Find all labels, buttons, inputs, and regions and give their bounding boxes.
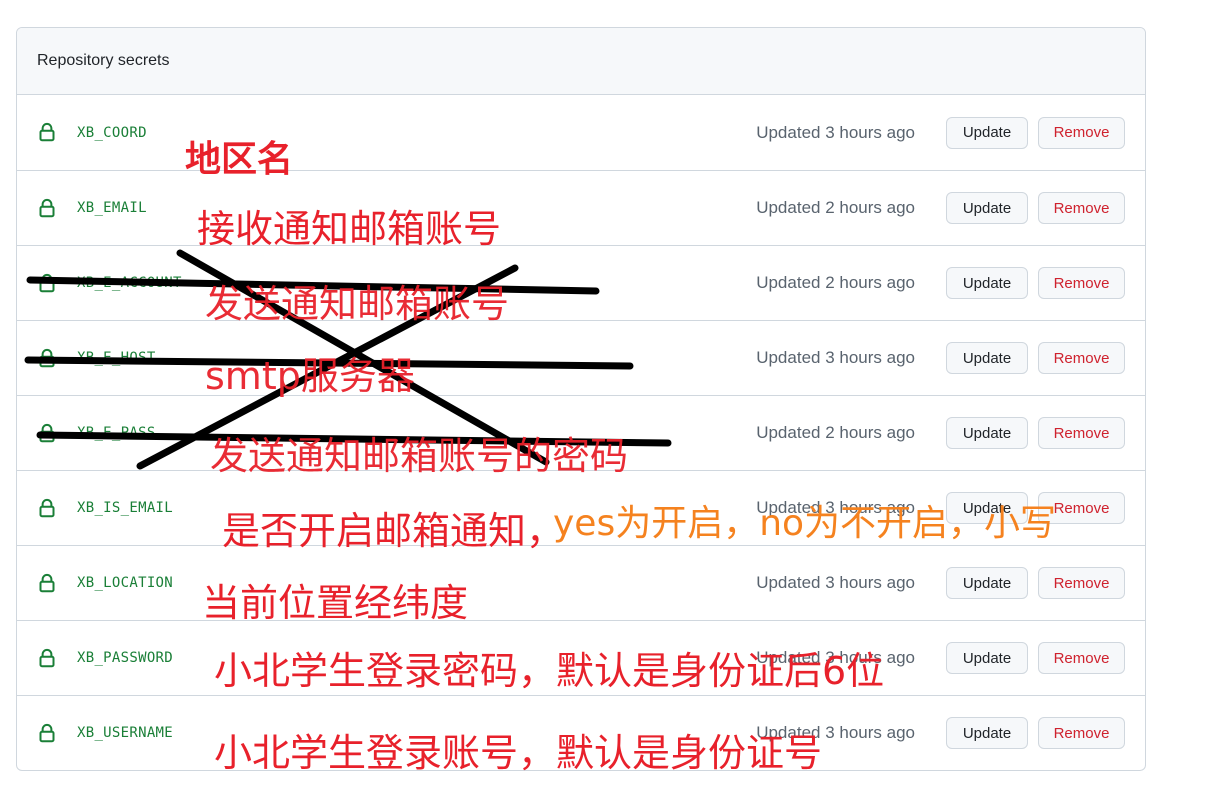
secret-row: XB_USERNAME Updated 3 hours ago Update Remo… <box>17 695 1145 770</box>
panel-header: Repository secrets <box>17 28 1145 95</box>
remove-button[interactable]: Remove <box>1038 417 1125 449</box>
secret-updated-time: Updated 3 hours ago <box>756 122 915 142</box>
repository-secrets-panel: Repository secrets XB_COORD Updated 3 hou… <box>16 27 1146 771</box>
panel-title: Repository secrets <box>37 52 170 69</box>
remove-button[interactable]: Remove <box>1038 567 1125 599</box>
secret-updated-time: Updated 3 hours ago <box>756 348 915 367</box>
secret-name: XB_EMAIL <box>77 200 147 216</box>
update-button[interactable]: Update <box>946 417 1028 449</box>
secret-row: XB_EMAIL Updated 2 hours ago Update Remove <box>17 170 1145 245</box>
secret-name: XB_COORD <box>77 124 147 141</box>
update-button[interactable]: Update <box>946 567 1028 599</box>
update-button[interactable]: Update <box>946 342 1028 374</box>
remove-button[interactable]: Remove <box>1038 642 1125 674</box>
secret-name: XB_LOCATION <box>77 575 174 591</box>
lock-icon <box>37 348 57 368</box>
secret-row: XB_E_PASS Updated 2 hours ago Update Remove <box>17 395 1145 470</box>
update-button[interactable]: Update <box>946 267 1028 299</box>
secret-row: XB_E_HOST Updated 3 hours ago Update Remove <box>17 320 1145 395</box>
secret-name: XB_USERNAME <box>77 725 174 741</box>
secret-updated-time: Updated 3 hours ago <box>756 723 915 742</box>
secrets-list: XB_COORD Updated 3 hours ago Update Remove X… <box>17 95 1145 770</box>
update-button[interactable]: Update <box>946 642 1028 674</box>
secret-name: XB_PASSWORD <box>77 650 174 666</box>
lock-icon <box>37 723 57 743</box>
secret-name: XB_E_HOST <box>77 350 156 366</box>
secret-updated-time: Updated 2 hours ago <box>756 198 915 217</box>
update-button[interactable]: Update <box>946 717 1028 749</box>
lock-icon <box>37 273 57 293</box>
remove-button[interactable]: Remove <box>1038 116 1125 149</box>
secret-row: XB_IS_EMAIL Updated 3 hours ago Update Remo… <box>17 470 1145 545</box>
update-button[interactable]: Update <box>946 192 1028 224</box>
lock-icon <box>37 498 57 518</box>
secret-name: XB_E_ACCOUNT <box>77 275 182 291</box>
secret-row: XB_LOCATION Updated 3 hours ago Update Remo… <box>17 545 1145 620</box>
remove-button[interactable]: Remove <box>1038 492 1125 524</box>
remove-button[interactable]: Remove <box>1038 342 1125 374</box>
secret-row: XB_E_ACCOUNT Updated 2 hours ago Update Rem… <box>17 245 1145 320</box>
update-button[interactable]: Update <box>946 116 1028 149</box>
secret-row: XB_COORD Updated 3 hours ago Update Remove <box>17 95 1145 170</box>
secret-updated-time: Updated 2 hours ago <box>756 273 915 292</box>
lock-icon <box>37 122 57 142</box>
secret-updated-time: Updated 2 hours ago <box>756 423 915 442</box>
lock-icon <box>37 198 57 218</box>
secret-name: XB_E_PASS <box>77 425 156 441</box>
secret-updated-time: Updated 3 hours ago <box>756 498 915 517</box>
remove-button[interactable]: Remove <box>1038 192 1125 224</box>
secret-updated-time: Updated 3 hours ago <box>756 573 915 592</box>
remove-button[interactable]: Remove <box>1038 717 1125 749</box>
remove-button[interactable]: Remove <box>1038 267 1125 299</box>
lock-icon <box>37 648 57 668</box>
lock-icon <box>37 423 57 443</box>
update-button[interactable]: Update <box>946 492 1028 524</box>
secret-updated-time: Updated 3 hours ago <box>756 648 915 667</box>
lock-icon <box>37 573 57 593</box>
secret-row: XB_PASSWORD Updated 3 hours ago Update Remo… <box>17 620 1145 695</box>
secret-name: XB_IS_EMAIL <box>77 500 174 516</box>
